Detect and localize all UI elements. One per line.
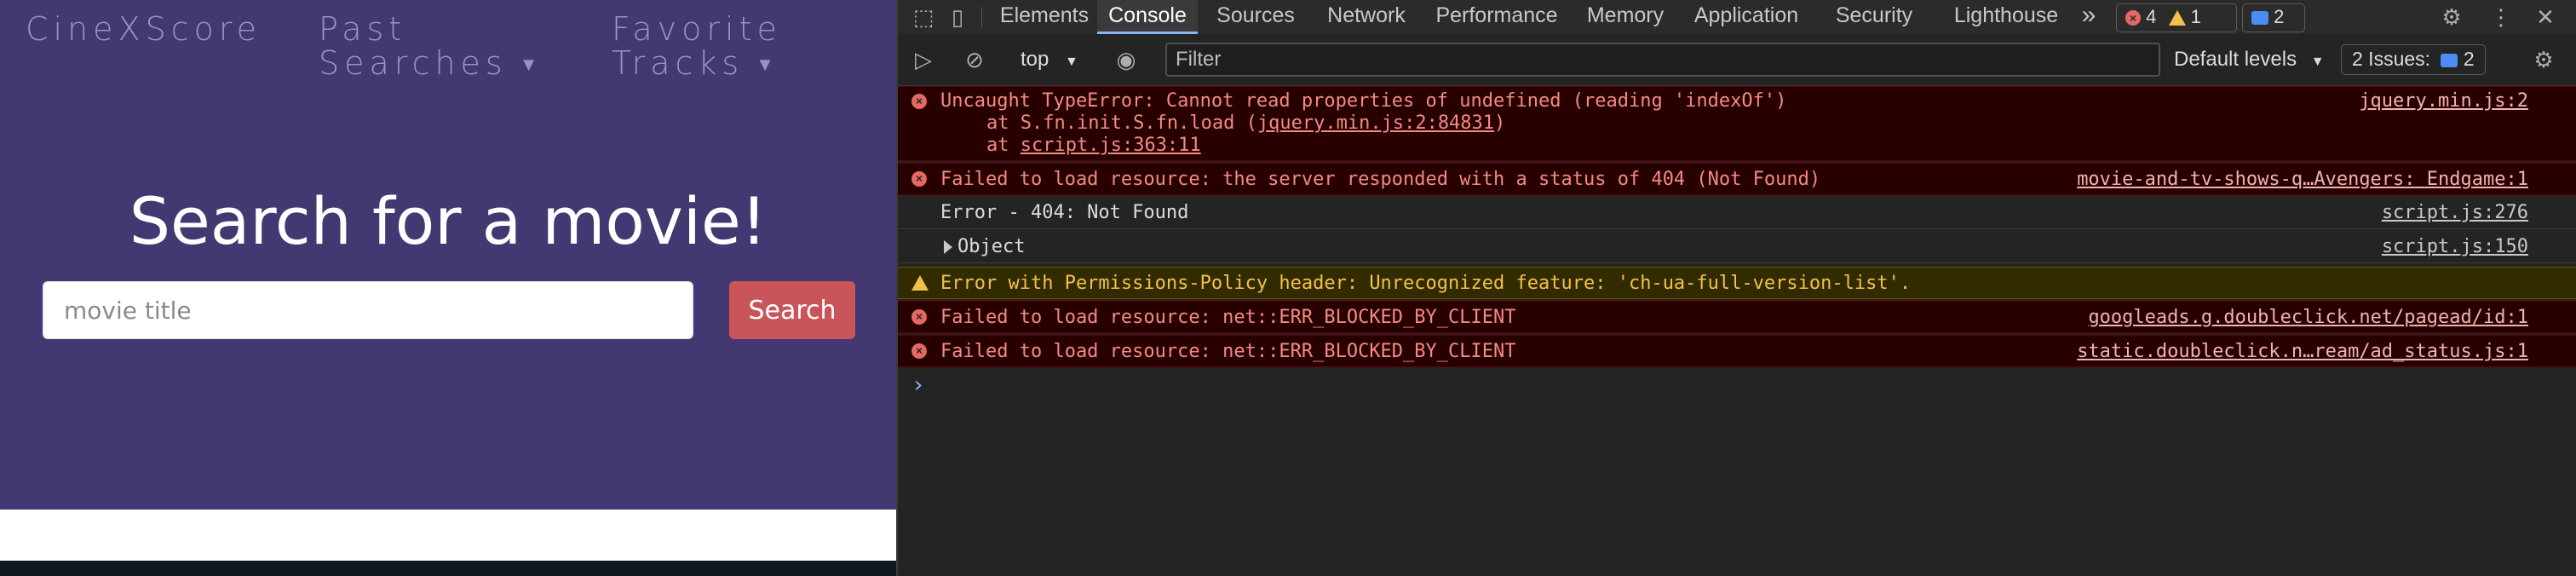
log-levels-value: Default levels xyxy=(2174,48,2297,71)
more-tabs-icon[interactable]: » xyxy=(2072,0,2106,34)
message-counter[interactable]: 2 xyxy=(2242,3,2305,32)
chevron-down-icon: ▼ xyxy=(2310,55,2325,69)
stack-frame-link[interactable]: jquery.min.js:2:84831 xyxy=(1257,112,1494,134)
console-message-error: × Failed to load resource: the server re… xyxy=(898,163,2576,195)
message-text: Failed to load resource: the server resp… xyxy=(940,169,1821,190)
tab-sources[interactable]: Sources xyxy=(1198,0,1314,34)
message-text: Object xyxy=(957,236,1026,257)
console-message-warning: Error with Permissions-Policy header: Un… xyxy=(898,267,2576,299)
gear-icon[interactable]: ⚙ xyxy=(2438,3,2465,31)
issues-count: 2 xyxy=(2463,48,2475,70)
error-icon: × xyxy=(911,171,927,187)
movie-search-input[interactable] xyxy=(43,281,693,339)
stack-frame-text: at S.fn.init.S.fn.load ( xyxy=(986,112,1257,134)
device-toolbar-icon[interactable]: ▯ xyxy=(944,3,971,31)
search-button[interactable]: Search xyxy=(729,281,855,339)
eye-icon[interactable]: ◉ xyxy=(1113,46,1140,73)
message-source-link[interactable]: jquery.min.js:2 xyxy=(2359,90,2528,112)
image-banner xyxy=(0,561,896,576)
web-page-viewport: CineXScore Past Searches ▼ Favorite Track… xyxy=(0,0,896,576)
message-text: Failed to load resource: net::ERR_BLOCKE… xyxy=(940,307,1516,328)
console-message-error: × Failed to load resource: net::ERR_BLOC… xyxy=(898,335,2576,367)
nav-favorite-tracks-line1: Favorite xyxy=(612,10,782,48)
chevron-down-icon: ▼ xyxy=(1065,55,1078,69)
site-brand-link[interactable]: CineXScore xyxy=(26,12,262,46)
error-icon: × xyxy=(911,94,927,109)
message-source-link[interactable]: script.js:276 xyxy=(2382,202,2528,223)
message-icon xyxy=(2441,53,2458,67)
inspect-element-icon[interactable]: ⬚ xyxy=(910,3,937,31)
message-text: Failed to load resource: net::ERR_BLOCKE… xyxy=(940,341,1516,362)
nav-past-searches-line1: Past xyxy=(319,10,407,48)
issues-button[interactable]: 2 Issues: 2 xyxy=(2341,44,2486,75)
close-icon[interactable]: ✕ xyxy=(2532,3,2559,31)
error-count: 4 xyxy=(2146,6,2157,27)
message-source-link[interactable]: script.js:150 xyxy=(2382,236,2528,257)
nav-favorite-tracks[interactable]: Favorite Tracks ▼ xyxy=(612,12,782,83)
stack-frame-text: at xyxy=(986,135,1021,156)
stack-frame: at S.fn.init.S.fn.load (jquery.min.js:2:… xyxy=(986,112,1505,134)
stack-frame-link[interactable]: script.js:363:11 xyxy=(1021,135,1201,156)
prompt-chevron-icon: › xyxy=(911,372,925,398)
sidebar-toggle-icon[interactable]: ▷ xyxy=(910,46,937,73)
tab-application[interactable]: Application xyxy=(1676,0,1816,34)
message-icon xyxy=(2251,11,2268,26)
console-filter-input[interactable] xyxy=(1165,43,2160,77)
tabbar-separator xyxy=(981,7,982,27)
chevron-down-icon: ▼ xyxy=(519,54,543,76)
message-source-link[interactable]: googleads.g.doubleclick.net/pagead/id:1 xyxy=(2088,307,2528,328)
context-selector[interactable]: top ▼ xyxy=(1021,46,1078,76)
hero-title: Search for a movie! xyxy=(129,183,768,259)
tab-security[interactable]: Security xyxy=(1816,0,1932,34)
message-text: Error with Permissions-Policy header: Un… xyxy=(940,273,1912,294)
error-warning-counter[interactable]: × 4 1 xyxy=(2116,3,2237,32)
tab-performance[interactable]: Performance xyxy=(1419,0,1574,34)
warning-count: 1 xyxy=(2190,6,2201,27)
warning-icon xyxy=(2168,10,2186,26)
tab-console[interactable]: Console xyxy=(1097,0,1198,34)
console-message-log: Error - 404: Not Found script.js:276 xyxy=(898,197,2576,229)
context-selector-value: top xyxy=(1021,48,1049,71)
error-icon: × xyxy=(911,343,927,359)
tab-network[interactable]: Network xyxy=(1314,0,1419,34)
message-source-link[interactable]: movie-and-tv-shows-q…Avengers: Endgame:1 xyxy=(2077,169,2528,190)
kebab-menu-icon[interactable]: ⋮ xyxy=(2487,3,2515,31)
issues-label: 2 Issues: xyxy=(2352,48,2431,70)
clear-console-icon[interactable]: ⊘ xyxy=(961,46,988,73)
chevron-down-icon: ▼ xyxy=(756,54,780,76)
message-count: 2 xyxy=(2274,6,2285,27)
devtools-panel: ⬚ ▯ Elements Console Sources Network Per… xyxy=(898,0,2576,576)
gear-icon[interactable]: ⚙ xyxy=(2530,46,2557,73)
tab-elements[interactable]: Elements xyxy=(992,0,1097,34)
log-levels-selector[interactable]: Default levels ▼ xyxy=(2174,46,2325,76)
content-section xyxy=(0,510,896,561)
nav-favorite-tracks-line2: Tracks xyxy=(612,44,745,82)
tab-memory[interactable]: Memory xyxy=(1574,0,1676,34)
message-text: Uncaught TypeError: Cannot read properti… xyxy=(940,90,1787,112)
stack-frame: at script.js:363:11 xyxy=(986,135,1201,156)
nav-past-searches-line2: Searches xyxy=(319,44,508,82)
error-icon: × xyxy=(911,309,927,325)
console-message-object[interactable]: Object script.js:150 xyxy=(898,231,2576,263)
console-toolbar: ▷ ⊘ top ▼ ◉ Default levels ▼ 2 Issues: 2… xyxy=(898,34,2576,86)
object-expander[interactable]: Object xyxy=(940,236,1025,257)
error-icon: × xyxy=(2125,10,2141,26)
stack-frame-suffix: ) xyxy=(1494,112,1506,134)
console-message-error: × Uncaught TypeError: Cannot read proper… xyxy=(898,86,2576,161)
console-prompt[interactable]: › xyxy=(911,372,925,398)
warning-icon xyxy=(911,275,929,291)
nav-past-searches[interactable]: Past Searches ▼ xyxy=(319,12,543,83)
message-source-link[interactable]: static.doubleclick.n…ream/ad_status.js:1 xyxy=(2077,341,2528,362)
tab-lighthouse[interactable]: Lighthouse xyxy=(1942,0,2070,34)
message-text: Error - 404: Not Found xyxy=(940,202,1189,223)
expand-arrow-icon xyxy=(944,240,952,254)
console-message-error: × Failed to load resource: net::ERR_BLOC… xyxy=(898,301,2576,333)
devtools-tabbar: ⬚ ▯ Elements Console Sources Network Per… xyxy=(898,0,2576,35)
